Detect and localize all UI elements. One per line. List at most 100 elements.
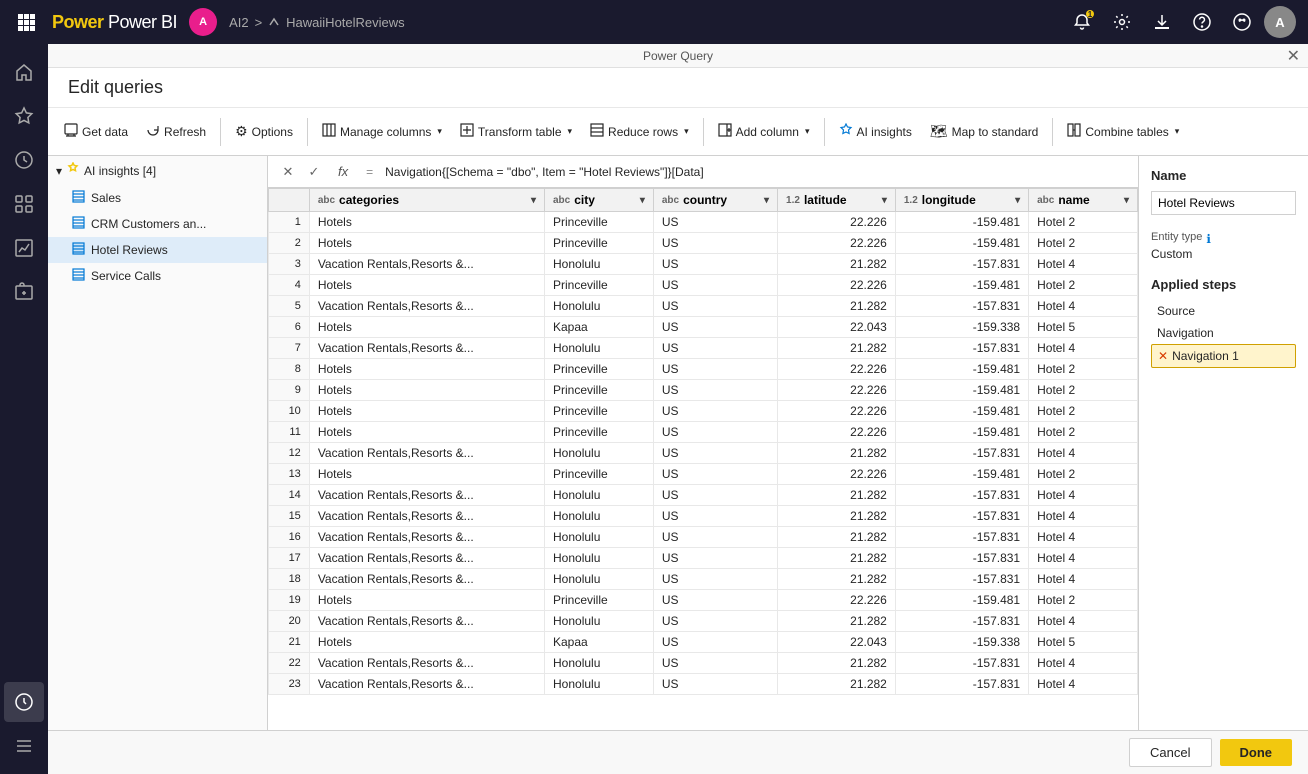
cell-country: US <box>653 506 777 527</box>
cell-country: US <box>653 527 777 548</box>
nav-current[interactable] <box>4 682 44 722</box>
country-filter-button[interactable]: ▾ <box>764 195 769 206</box>
cell-latitude: 21.282 <box>778 527 896 548</box>
col-header-name[interactable]: abc name ▾ <box>1029 189 1138 212</box>
city-filter-button[interactable]: ▾ <box>640 195 645 206</box>
col-header-longitude[interactable]: 1.2 longitude ▾ <box>895 189 1028 212</box>
step-navigation[interactable]: Navigation <box>1151 322 1296 344</box>
add-column-icon <box>718 123 732 140</box>
cell-categories: Hotels <box>309 422 544 443</box>
queries-group-expand-icon: ▾ <box>56 164 62 178</box>
longitude-filter-button[interactable]: ▾ <box>1015 195 1020 206</box>
formula-input[interactable] <box>385 160 1130 184</box>
notification-button[interactable]: 1 <box>1064 4 1100 40</box>
latitude-filter-button[interactable]: ▾ <box>882 195 887 206</box>
left-nav <box>0 44 48 774</box>
ai-insights-button[interactable]: AI insights <box>831 114 920 150</box>
cell-city: Honolulu <box>545 338 654 359</box>
col-header-categories[interactable]: abc categories ▾ <box>309 189 544 212</box>
user-badge: A <box>189 8 217 36</box>
rp-entity-row: Entity type ℹ <box>1151 231 1296 247</box>
manage-columns-button[interactable]: Manage columns ▾ <box>314 114 450 150</box>
cell-name: Hotel 2 <box>1029 212 1138 233</box>
close-window-button[interactable]: ✕ <box>1287 46 1300 66</box>
nav-recents[interactable] <box>4 140 44 180</box>
cell-city: Honolulu <box>545 674 654 695</box>
city-type-icon: abc <box>553 195 570 206</box>
name-filter-button[interactable]: ▾ <box>1124 195 1129 206</box>
nav-favorites[interactable] <box>4 96 44 136</box>
transform-icon <box>460 123 474 140</box>
nav-home[interactable] <box>4 52 44 92</box>
ai-insights-icon <box>839 123 853 140</box>
row-num: 4 <box>269 275 310 296</box>
cell-longitude: -157.831 <box>895 443 1028 464</box>
content-area: ▾ AI insights [4] Sales <box>48 156 1308 730</box>
user-avatar[interactable]: A <box>1264 6 1296 38</box>
nav-workspace[interactable] <box>4 272 44 312</box>
cell-latitude: 22.226 <box>778 422 896 443</box>
cell-latitude: 21.282 <box>778 506 896 527</box>
formula-confirm-button[interactable]: ✓ <box>302 160 326 184</box>
query-item-hotel[interactable]: Hotel Reviews <box>48 237 267 263</box>
row-num: 11 <box>269 422 310 443</box>
grid-menu-icon[interactable] <box>12 8 40 36</box>
cell-longitude: -159.481 <box>895 380 1028 401</box>
get-data-button[interactable]: Get data <box>56 114 136 150</box>
app-logo: Power Power BI <box>52 12 177 33</box>
rp-entity-label: Entity type <box>1151 231 1202 243</box>
refresh-button[interactable]: Refresh <box>138 114 214 150</box>
cell-latitude: 21.282 <box>778 569 896 590</box>
rp-name-input[interactable] <box>1151 191 1296 215</box>
page-title: Edit queries <box>68 77 163 98</box>
step-source[interactable]: Source <box>1151 300 1296 322</box>
cell-name: Hotel 2 <box>1029 590 1138 611</box>
cell-city: Princeville <box>545 275 654 296</box>
step-navigation1[interactable]: ✕ Navigation 1 <box>1151 344 1296 368</box>
done-button[interactable]: Done <box>1220 739 1293 766</box>
col-header-city[interactable]: abc city ▾ <box>545 189 654 212</box>
query-item-crm[interactable]: CRM Customers an... <box>48 211 267 237</box>
map-to-standard-button[interactable]: 🗺 Map to standard <box>922 114 1047 150</box>
divider-5 <box>1052 118 1053 146</box>
reduce-rows-button[interactable]: Reduce rows ▾ <box>582 114 697 150</box>
transform-table-button[interactable]: Transform table ▾ <box>452 114 580 150</box>
options-button[interactable]: ⚙ Options <box>227 114 301 150</box>
col-header-country[interactable]: abc country ▾ <box>653 189 777 212</box>
row-num: 8 <box>269 359 310 380</box>
row-num: 16 <box>269 527 310 548</box>
cell-city: Kapaa <box>545 632 654 653</box>
col-header-latitude[interactable]: 1.2 latitude ▾ <box>778 189 896 212</box>
query-item-sales[interactable]: Sales <box>48 185 267 211</box>
grid-area: ✕ ✓ fx = abc categ <box>268 156 1138 730</box>
cell-latitude: 21.282 <box>778 611 896 632</box>
row-num-header <box>269 189 310 212</box>
cancel-button[interactable]: Cancel <box>1129 738 1211 767</box>
rp-info-icon[interactable]: ℹ <box>1206 232 1211 246</box>
combine-tables-button[interactable]: Combine tables ▾ <box>1059 114 1187 150</box>
manage-columns-chevron: ▾ <box>437 126 442 137</box>
nav-expand[interactable] <box>4 726 44 766</box>
categories-filter-button[interactable]: ▾ <box>531 195 536 206</box>
settings-button[interactable] <box>1104 4 1140 40</box>
data-grid-wrapper[interactable]: abc categories ▾ abc city ▾ <box>268 188 1138 730</box>
row-num: 22 <box>269 653 310 674</box>
nav-metrics[interactable] <box>4 228 44 268</box>
queries-group[interactable]: ▾ AI insights [4] <box>48 156 267 185</box>
divider-2 <box>307 118 308 146</box>
query-item-service[interactable]: Service Calls <box>48 263 267 289</box>
add-column-button[interactable]: Add column ▾ <box>710 114 818 150</box>
feedback-button[interactable] <box>1224 4 1260 40</box>
row-num: 13 <box>269 464 310 485</box>
help-button[interactable] <box>1184 4 1220 40</box>
query-hotel-label: Hotel Reviews <box>91 243 168 257</box>
nav-apps[interactable] <box>4 184 44 224</box>
cell-city: Princeville <box>545 380 654 401</box>
cell-longitude: -157.831 <box>895 296 1028 317</box>
formula-cancel-button[interactable]: ✕ <box>276 160 300 184</box>
download-button[interactable] <box>1144 4 1180 40</box>
cell-latitude: 21.282 <box>778 254 896 275</box>
query-service-label: Service Calls <box>91 269 161 283</box>
query-crm-label: CRM Customers an... <box>91 217 206 231</box>
map-icon: 🗺 <box>930 123 948 140</box>
